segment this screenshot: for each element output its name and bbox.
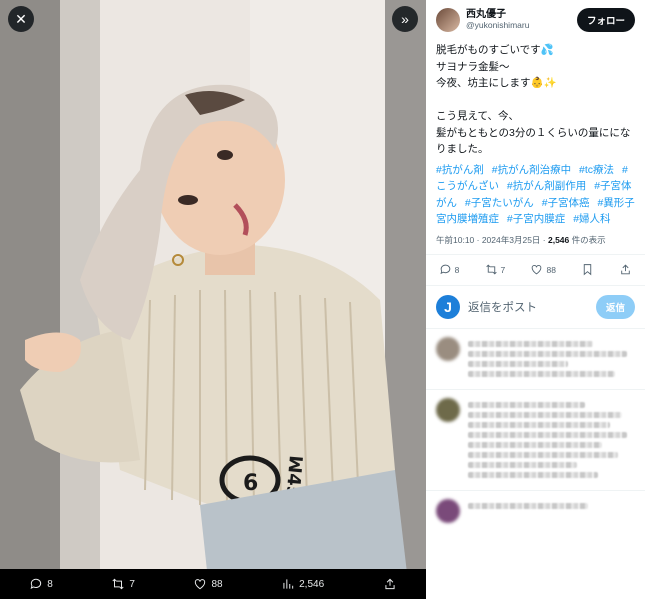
share-button[interactable] bbox=[619, 263, 632, 276]
share-icon bbox=[621, 264, 631, 275]
bookmark-button[interactable] bbox=[581, 263, 594, 276]
heart-icon bbox=[532, 264, 542, 275]
hashtag-link[interactable]: #子宮内膜症 bbox=[507, 213, 565, 225]
media-like-count: 88 bbox=[211, 578, 223, 590]
reply-composer: J 返信をポスト 返信 bbox=[426, 286, 645, 328]
reply-button[interactable]: 8 bbox=[439, 263, 460, 276]
svg-text:6: 6 bbox=[243, 471, 258, 496]
reply-submit-button[interactable]: 返信 bbox=[595, 294, 635, 319]
media-share-button[interactable] bbox=[383, 577, 397, 591]
hashtag-link[interactable]: #抗がん剤副作用 bbox=[507, 180, 586, 192]
next-media-button[interactable]: » bbox=[392, 6, 418, 32]
hashtag-link[interactable]: #抗がん剤 bbox=[436, 164, 484, 176]
tweet-header: 西丸優子 @yukonishimaru フォロー bbox=[426, 0, 645, 34]
heart-icon bbox=[195, 579, 206, 590]
tweet-photo: 6 ꟽ45 bbox=[0, 0, 426, 599]
double-chevron-right-icon: » bbox=[401, 11, 409, 27]
repost-count: 7 bbox=[500, 264, 506, 275]
reply-icon bbox=[440, 264, 450, 275]
like-count: 88 bbox=[546, 264, 556, 275]
list-item[interactable] bbox=[426, 388, 645, 490]
share-icon bbox=[385, 578, 395, 590]
repost-icon bbox=[485, 264, 497, 275]
media-action-bar: 8 7 88 2,546 bbox=[0, 569, 426, 599]
follow-button[interactable]: フォロー bbox=[576, 8, 635, 32]
media-viewer: 6 ꟽ45 ✕ » 8 7 88 2,546 bbox=[0, 0, 426, 599]
list-item[interactable] bbox=[426, 489, 645, 531]
hashtag-link[interactable]: #子宮体癌 bbox=[542, 197, 590, 209]
hashtag-link[interactable]: #tc療法 bbox=[579, 164, 614, 176]
close-button[interactable]: ✕ bbox=[8, 6, 34, 32]
close-icon: ✕ bbox=[15, 10, 27, 27]
hashtag-link[interactable]: #婦人科 bbox=[573, 213, 610, 225]
bookmark-icon bbox=[583, 264, 592, 276]
list-item[interactable] bbox=[426, 327, 645, 389]
author-names: 西丸優子 @yukonishimaru bbox=[466, 9, 577, 30]
avatar bbox=[436, 336, 460, 361]
view-count: 2,546 bbox=[547, 234, 570, 245]
hashtag-link[interactable]: #子宮たいがん bbox=[465, 197, 534, 209]
media-repost-count: 7 bbox=[129, 578, 135, 590]
views-label: 件の表示 bbox=[569, 234, 606, 245]
bar-chart-icon bbox=[283, 579, 294, 589]
hashtag-link[interactable]: #抗がん剤治療中 bbox=[492, 164, 571, 176]
media-views-button[interactable]: 2,546 bbox=[281, 577, 324, 591]
user-handle[interactable]: @yukonishimaru bbox=[466, 20, 577, 31]
media-like-button[interactable]: 88 bbox=[193, 577, 223, 591]
hashtag-list: #抗がん剤 #抗がん剤治療中 #tc療法 #こうがんざい #抗がん剤副作用 #子… bbox=[426, 158, 645, 228]
reply-input[interactable]: 返信をポスト bbox=[468, 299, 596, 315]
avatar bbox=[436, 397, 460, 422]
media-reply-button[interactable]: 8 bbox=[29, 577, 53, 591]
tweet-text: 脱毛がものすごいです💦 サヨナラ金髪～ 今夜、坊主にします👶✨ こう見えて、今、… bbox=[436, 44, 631, 155]
media-reply-count: 8 bbox=[47, 578, 53, 590]
avatar: J bbox=[436, 294, 460, 319]
media-view-count: 2,546 bbox=[299, 578, 325, 590]
avatar bbox=[436, 498, 460, 523]
tweet-panel: 西丸優子 @yukonishimaru フォロー 脱毛がものすごいです💦 サヨナ… bbox=[426, 0, 645, 599]
timestamp[interactable]: 午前10:10 · 2024年3月25日 · bbox=[436, 235, 548, 245]
tweet-action-bar: 8 7 88 bbox=[426, 255, 645, 285]
media-repost-button[interactable]: 7 bbox=[111, 577, 135, 591]
tweet-meta: 午前10:10 · 2024年3月25日 · 2,546 件の表示 bbox=[426, 228, 645, 246]
reply-count: 8 bbox=[454, 264, 460, 275]
avatar[interactable] bbox=[436, 8, 460, 32]
repost-icon bbox=[112, 578, 124, 590]
repost-button[interactable]: 7 bbox=[485, 263, 506, 276]
reply-icon bbox=[30, 578, 42, 590]
like-button[interactable]: 88 bbox=[530, 263, 556, 276]
